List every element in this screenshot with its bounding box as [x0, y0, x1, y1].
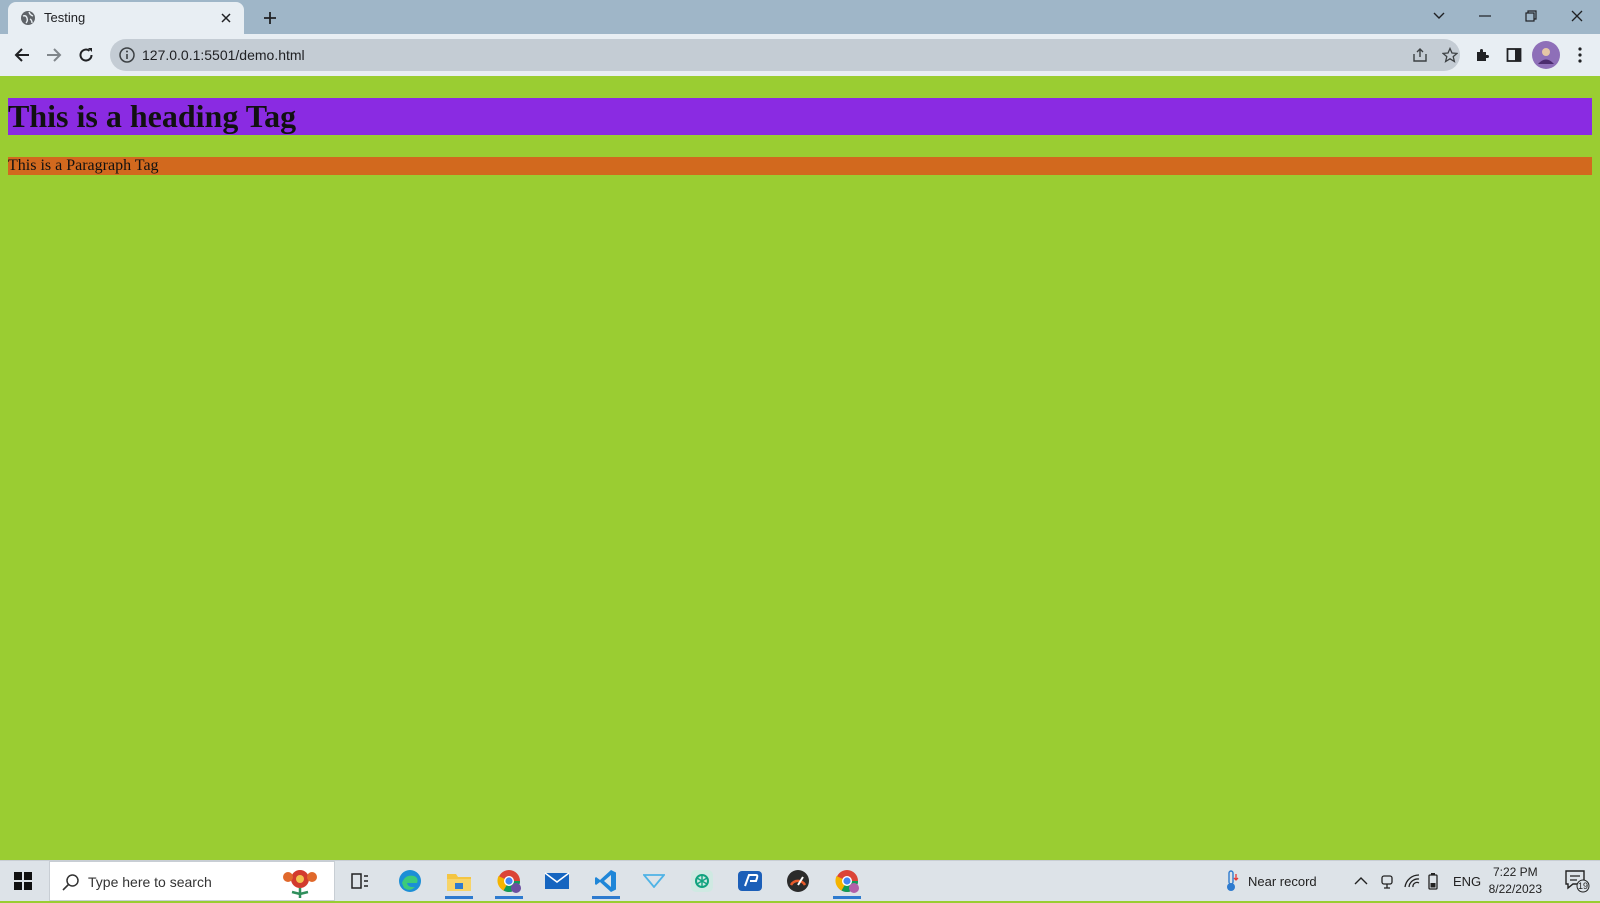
vscode-icon[interactable]	[584, 863, 628, 899]
page-heading: This is a heading Tag	[8, 98, 1592, 135]
kebab-menu-icon[interactable]	[1566, 41, 1594, 69]
weather-widget[interactable]: Near record	[1224, 861, 1317, 901]
globe-icon	[20, 10, 36, 26]
window-close-icon[interactable]	[1554, 0, 1600, 32]
clock-date: 8/22/2023	[1488, 882, 1542, 896]
task-view-icon[interactable]	[338, 863, 382, 899]
chevron-up-icon[interactable]	[1354, 861, 1368, 901]
chrome-icon[interactable]	[825, 863, 869, 899]
wifi-icon[interactable]	[1404, 861, 1420, 901]
reload-icon[interactable]	[70, 39, 102, 71]
browser-toolbar: 127.0.0.1:5501/demo.html	[0, 34, 1600, 76]
back-icon[interactable]	[6, 39, 38, 71]
flower-illustration-icon	[278, 866, 322, 898]
address-bar[interactable]: 127.0.0.1:5501/demo.html	[110, 39, 1460, 71]
language-indicator[interactable]: ENG	[1453, 861, 1481, 901]
forward-icon[interactable]	[38, 39, 70, 71]
chrome-profile-icon[interactable]	[487, 863, 531, 899]
file-explorer-icon[interactable]	[437, 863, 481, 899]
info-icon[interactable]	[118, 46, 136, 64]
address-url: 127.0.0.1:5501/demo.html	[142, 47, 305, 63]
notification-count: 19	[1577, 881, 1588, 891]
search-icon	[62, 873, 80, 891]
star-icon[interactable]	[1440, 45, 1460, 65]
windows-start-icon[interactable]	[0, 861, 46, 901]
avatar[interactable]	[1532, 41, 1560, 69]
weather-text: Near record	[1248, 873, 1317, 889]
plus-icon[interactable]	[258, 6, 282, 30]
app-icon[interactable]	[728, 863, 772, 899]
restore-icon[interactable]	[1508, 0, 1554, 32]
notification-icon[interactable]: 19	[1564, 869, 1590, 893]
taskbar-search[interactable]: Type here to search	[49, 861, 335, 901]
mail-icon[interactable]	[535, 863, 579, 899]
tab-strip: Testing	[0, 0, 1600, 34]
chatgpt-icon[interactable]	[680, 863, 724, 899]
page-content: This is a heading Tag This is a Paragrap…	[0, 76, 1600, 860]
meet-icon[interactable]	[1380, 861, 1394, 901]
vpn-icon[interactable]	[632, 863, 676, 899]
battery-icon[interactable]	[1428, 861, 1438, 901]
clock-time: 7:22 PM	[1492, 865, 1538, 879]
search-placeholder: Type here to search	[88, 874, 212, 890]
puzzle-icon[interactable]	[1468, 41, 1496, 69]
page-paragraph: This is a Paragraph Tag	[8, 157, 1592, 175]
tab-testing[interactable]: Testing	[8, 2, 244, 34]
tab-title: Testing	[44, 10, 86, 25]
taskbar: Type here to search Near record ENG 7:22…	[0, 860, 1600, 901]
chevron-down-icon[interactable]	[1416, 0, 1462, 32]
minimize-icon[interactable]	[1462, 0, 1508, 32]
close-icon[interactable]	[216, 8, 236, 28]
system-clock[interactable]: 7:22 PM 8/22/2023	[1489, 864, 1542, 898]
edge-icon[interactable]	[388, 863, 432, 899]
share-icon[interactable]	[1410, 45, 1430, 65]
speedtest-icon[interactable]	[776, 863, 820, 899]
thermometer-icon	[1224, 870, 1240, 892]
side-panel-icon[interactable]	[1500, 41, 1528, 69]
